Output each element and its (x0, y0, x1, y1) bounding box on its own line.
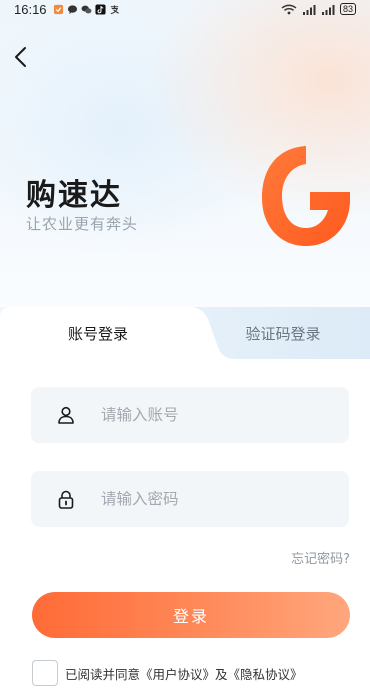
wechat-icon (81, 5, 91, 13)
agreement-checkbox[interactable] (32, 660, 58, 686)
brand-title: 购速达 (26, 178, 122, 213)
user-icon (57, 405, 75, 425)
account-field[interactable] (31, 387, 349, 443)
signal-icon-2 (321, 4, 335, 15)
tiktok-icon (95, 3, 106, 15)
lock-icon (57, 489, 75, 509)
account-input[interactable] (101, 406, 321, 424)
chevron-left-icon (15, 47, 26, 67)
brand-slogan: 让农业更有奔头 (26, 215, 139, 233)
alipay-icon (110, 4, 119, 14)
tab-sms-login[interactable]: 验证码登录 (196, 307, 370, 359)
agreement-row: 已阅读并同意《用户协议》及《隐私协议》 (32, 660, 303, 686)
password-field[interactable] (31, 471, 349, 527)
tab-account-login[interactable]: 账号登录 (0, 307, 196, 359)
shield-app-icon (53, 4, 63, 14)
wifi-icon (281, 4, 297, 14)
agreement-text[interactable]: 已阅读并同意《用户协议》及《隐私协议》 (65, 664, 303, 683)
status-time: 16:16 (14, 1, 47, 17)
forgot-password-link[interactable]: 忘记密码? (291, 548, 350, 567)
login-button[interactable]: 登录 (32, 592, 350, 638)
status-bar: 16:16 83 (0, 0, 370, 18)
signal-icon (302, 4, 316, 15)
brand-logo-icon (262, 146, 350, 246)
login-card: 账号登录 验证码登录 忘记密码? 登录 已阅读并同意《用户协议》及《隐私协议》 (0, 307, 370, 692)
battery-level: 83 (339, 3, 356, 15)
chat-bubble-icon (67, 4, 77, 14)
password-input[interactable] (101, 490, 321, 508)
back-button[interactable] (8, 44, 32, 70)
